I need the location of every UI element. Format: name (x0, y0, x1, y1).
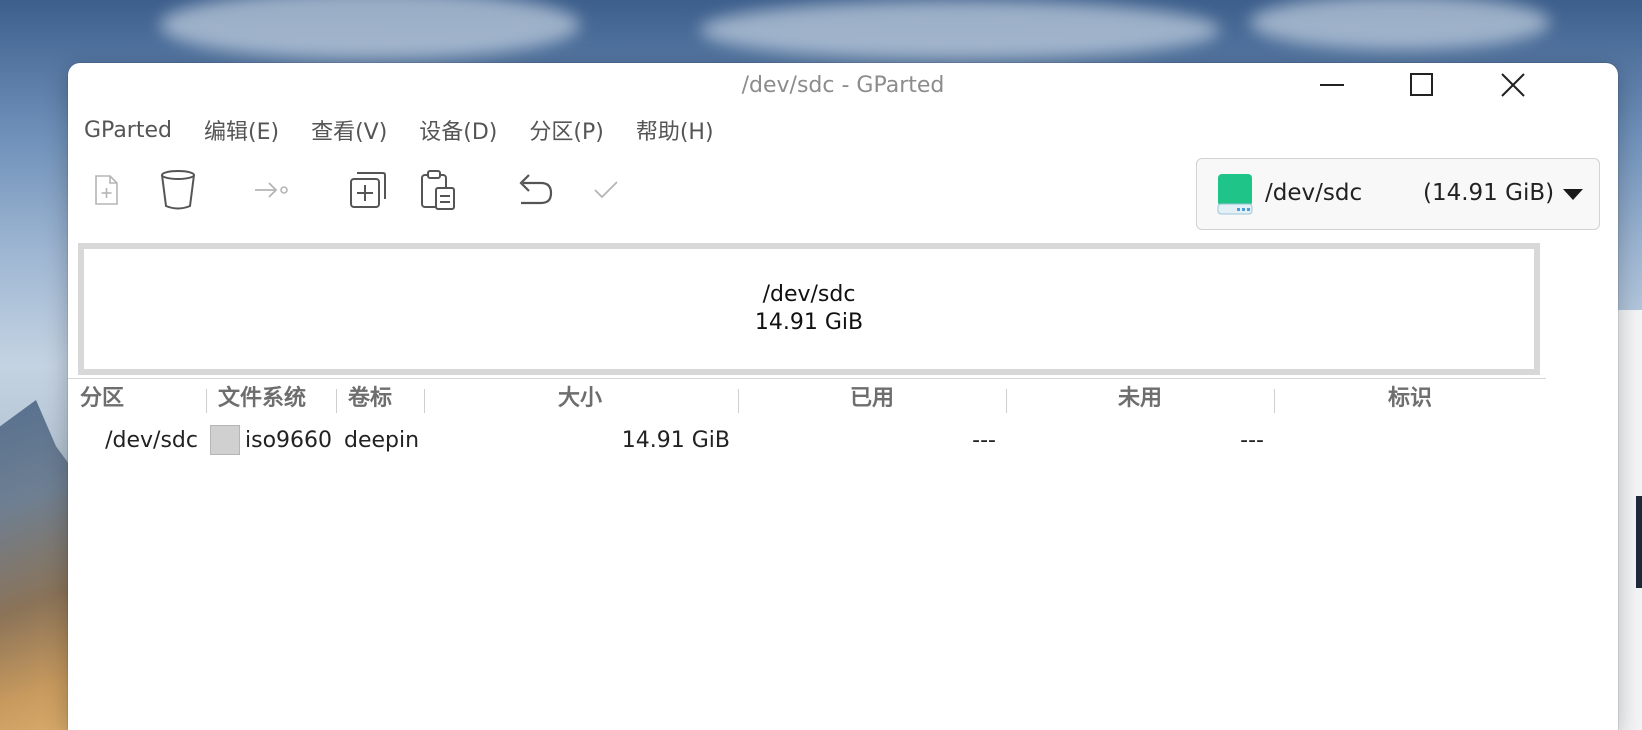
partition-used: --- (972, 428, 996, 453)
partition-filesystem: iso9660 (245, 428, 333, 453)
disk-map-partition[interactable]: /dev/sdc 14.91 GiB (84, 249, 1534, 369)
close-icon (1501, 73, 1525, 97)
cloud (160, 0, 580, 60)
column-separator[interactable] (336, 389, 337, 413)
divider (68, 378, 1546, 379)
apply-icon (594, 181, 618, 199)
column-header-unused[interactable]: 未用 (1006, 381, 1274, 417)
disk-map-device-size: 14.91 GiB (754, 310, 864, 335)
resize-move-icon (255, 182, 288, 198)
apply-button[interactable] (582, 166, 630, 214)
menu-gparted[interactable]: GParted (84, 118, 172, 143)
minimize-button[interactable] (1312, 69, 1352, 101)
filesystem-color-swatch (210, 425, 240, 455)
menu-edit[interactable]: 编辑(E) (204, 114, 279, 146)
undo-icon (519, 174, 553, 205)
partition-label: deepin (344, 428, 420, 453)
column-separator[interactable] (206, 389, 207, 413)
title-bar[interactable]: /dev/sdc - GParted (68, 63, 1618, 109)
partition-list-header: 分区 文件系统 卷标 大小 已用 未用 标识 (68, 381, 1546, 417)
background-window-edge (1616, 310, 1642, 730)
device-selector[interactable]: /dev/sdc (14.91 GiB) (1196, 158, 1600, 230)
column-header-used[interactable]: 已用 (738, 381, 1006, 417)
copy-button[interactable] (344, 166, 392, 214)
menu-view[interactable]: 查看(V) (311, 114, 387, 146)
paste-icon (421, 170, 455, 210)
menu-partition[interactable]: 分区(P) (529, 114, 603, 146)
partition-unused: --- (1240, 428, 1264, 453)
menu-bar: GParted 编辑(E) 查看(V) 设备(D) 分区(P) 帮助(H) (68, 109, 1618, 151)
close-button[interactable] (1493, 69, 1533, 101)
partition-path: /dev/sdc (105, 428, 198, 453)
device-name: /dev/sdc (1265, 180, 1363, 206)
window-title: /dev/sdc - GParted (741, 73, 945, 98)
column-header-partition[interactable]: 分区 (80, 381, 124, 417)
delete-button[interactable] (154, 166, 202, 214)
maximize-button[interactable] (1402, 69, 1442, 101)
drive-icon (1217, 174, 1253, 215)
gparted-window: /dev/sdc - GParted GParted 编辑(E) 查看(V) 设… (68, 63, 1618, 730)
menu-device[interactable]: 设备(D) (419, 114, 497, 146)
menu-help[interactable]: 帮助(H) (636, 114, 714, 146)
cloud (1250, 0, 1550, 50)
column-header-size[interactable]: 大小 (424, 381, 736, 417)
resize-move-button[interactable] (248, 166, 296, 214)
cloud (700, 0, 1220, 60)
partition-flags (1274, 422, 1546, 460)
partition-size: 14.91 GiB (621, 428, 730, 453)
column-header-flags[interactable]: 标识 (1274, 381, 1546, 417)
minimize-icon (1320, 84, 1344, 86)
column-header-filesystem[interactable]: 文件系统 (218, 381, 306, 417)
disk-map-device-name: /dev/sdc (762, 282, 856, 307)
new-partition-button[interactable] (82, 166, 130, 214)
chevron-down-icon (1563, 189, 1583, 200)
paste-button[interactable] (414, 166, 462, 214)
new-partition-icon (95, 175, 118, 205)
copy-icon (350, 172, 386, 208)
delete-icon (161, 170, 195, 210)
column-header-label[interactable]: 卷标 (348, 381, 392, 417)
disk-map[interactable]: /dev/sdc 14.91 GiB (78, 243, 1540, 375)
background-window-bar (1636, 496, 1642, 588)
maximize-icon (1410, 73, 1433, 96)
device-size: (14.91 GiB) (1423, 180, 1555, 206)
undo-button[interactable] (510, 166, 558, 214)
partition-row[interactable]: /dev/sdc iso9660 deepin 14.91 GiB --- --… (68, 422, 1546, 460)
